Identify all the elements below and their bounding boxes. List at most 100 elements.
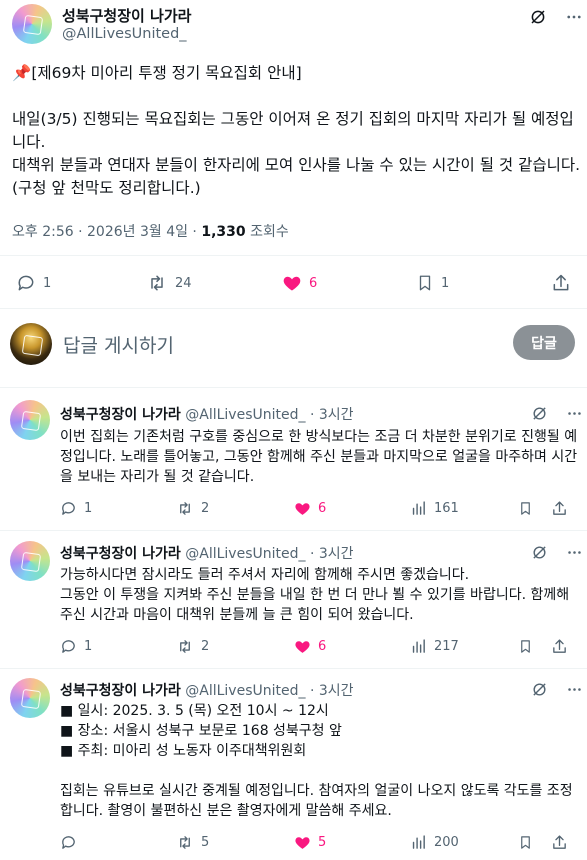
heart-filled-icon bbox=[295, 837, 310, 849]
share-button[interactable] bbox=[551, 273, 571, 293]
views-button[interactable]: 161 bbox=[410, 500, 459, 517]
views-count: 161 bbox=[434, 501, 459, 516]
reply-submit-button[interactable]: 답글 bbox=[513, 325, 575, 360]
repost-icon bbox=[151, 275, 163, 291]
reply-avatar[interactable] bbox=[10, 541, 50, 581]
repost-button[interactable]: 24 bbox=[146, 273, 192, 293]
reply-top-actions bbox=[531, 405, 583, 426]
reply-author-handle[interactable]: @AllLivesUnited_ bbox=[185, 546, 305, 562]
reply-time[interactable]: · 3시간 bbox=[306, 546, 354, 562]
repost-button[interactable]: 2 bbox=[176, 500, 209, 517]
reply-text: ■ 일시: 2025. 3. 5 (목) 오전 10시 ~ 12시 ■ 장소: … bbox=[60, 703, 573, 819]
reply-icon bbox=[18, 275, 34, 291]
more-options-icon[interactable] bbox=[566, 544, 583, 565]
share-icon bbox=[553, 835, 566, 849]
reply-icon bbox=[62, 640, 75, 653]
share-button[interactable] bbox=[551, 638, 568, 655]
post-title-line: 📌[제69차 미아리 투쟁 정기 목요집회 안내] bbox=[12, 62, 582, 85]
post-top-actions bbox=[529, 8, 583, 30]
views-count: 217 bbox=[434, 639, 459, 654]
bookmark-count: 1 bbox=[441, 275, 450, 291]
post-paragraph-2: 대책위 분들과 연대자 분들이 한자리에 모여 인사를 나눌 수 있는 시간이 … bbox=[12, 156, 581, 197]
post-meta: 오후 2:56 · 2026년 3월 4일 · 1,330 조회수 bbox=[12, 221, 289, 241]
divider bbox=[0, 530, 587, 531]
heart-filled-icon bbox=[295, 503, 310, 515]
post-time[interactable]: 오후 2:56 · 2026년 3월 4일 · bbox=[12, 224, 201, 240]
reply-time[interactable]: · 3시간 bbox=[306, 407, 354, 423]
views-bar-icon bbox=[412, 639, 425, 653]
grok-icon[interactable] bbox=[531, 405, 548, 426]
repost-icon bbox=[180, 640, 190, 653]
reply-author-name[interactable]: 성북구청장이 나가라 bbox=[60, 407, 181, 423]
share-icon bbox=[553, 639, 566, 653]
repost-icon bbox=[180, 836, 190, 849]
post-title: [제69차 미아리 투쟁 정기 목요집회 안내] bbox=[31, 64, 302, 82]
views-bar-icon bbox=[412, 501, 425, 515]
repost-button[interactable]: 2 bbox=[176, 638, 209, 655]
views-label: 조회수 bbox=[245, 224, 289, 240]
grok-icon[interactable] bbox=[531, 544, 548, 565]
divider bbox=[0, 255, 587, 256]
reply-count: 1 bbox=[84, 639, 93, 654]
author-handle[interactable]: @AllLivesUnited_ bbox=[62, 26, 187, 42]
reply-icon bbox=[62, 502, 75, 515]
reply-author-handle[interactable]: @AllLivesUnited_ bbox=[185, 683, 305, 699]
divider bbox=[0, 387, 587, 388]
reply-button[interactable] bbox=[60, 834, 84, 851]
share-icon bbox=[553, 501, 566, 515]
reply-time[interactable]: · 3시간 bbox=[306, 683, 354, 699]
more-options-icon[interactable] bbox=[565, 8, 583, 30]
views-bar-icon bbox=[412, 835, 425, 849]
bookmark-button[interactable] bbox=[518, 834, 533, 851]
reply-avatar[interactable] bbox=[10, 678, 50, 718]
reply-button[interactable]: 1 bbox=[60, 500, 92, 517]
more-options-icon[interactable] bbox=[566, 681, 583, 702]
repost-count: 5 bbox=[201, 835, 210, 850]
author-name[interactable]: 성북구청장이 나가라 bbox=[62, 5, 191, 26]
reply-button[interactable]: 1 bbox=[60, 638, 92, 655]
grok-icon[interactable] bbox=[529, 8, 547, 30]
like-button[interactable]: 6 bbox=[294, 500, 326, 517]
bookmark-button[interactable] bbox=[518, 638, 533, 655]
views-button[interactable]: 217 bbox=[410, 638, 459, 655]
like-count: 6 bbox=[309, 275, 318, 291]
heart-filled-icon bbox=[295, 641, 310, 653]
reply-author-name[interactable]: 성북구청장이 나가라 bbox=[60, 683, 181, 699]
reply-top-actions bbox=[531, 544, 583, 565]
heart-filled-icon bbox=[283, 276, 301, 291]
share-button[interactable] bbox=[551, 500, 568, 517]
grok-icon[interactable] bbox=[531, 681, 548, 702]
like-count: 6 bbox=[318, 639, 327, 654]
reply-count: 1 bbox=[84, 501, 93, 516]
divider bbox=[0, 308, 587, 309]
author-avatar[interactable] bbox=[12, 4, 52, 44]
user-avatar[interactable] bbox=[10, 323, 52, 365]
reply-compose-input[interactable]: 답글 게시하기 bbox=[63, 331, 174, 358]
bookmark-button[interactable] bbox=[518, 500, 533, 517]
reply-header: 성북구청장이 나가라 @AllLivesUnited_ · 3시간 bbox=[60, 543, 354, 563]
like-count: 6 bbox=[318, 501, 327, 516]
reply-author-handle[interactable]: @AllLivesUnited_ bbox=[185, 407, 305, 423]
views-count: 200 bbox=[434, 835, 459, 850]
repost-count: 24 bbox=[175, 275, 192, 291]
like-button[interactable]: 6 bbox=[282, 273, 317, 293]
reply-text: 가능하시다면 잠시라도 들러 주셔서 자리에 함께해 주시면 좋겠습니다. 그동… bbox=[60, 567, 570, 623]
reply-author-name[interactable]: 성북구청장이 나가라 bbox=[60, 546, 181, 562]
bookmark-icon bbox=[521, 640, 530, 653]
reply-header: 성북구청장이 나가라 @AllLivesUnited_ · 3시간 bbox=[60, 680, 354, 700]
divider bbox=[0, 668, 587, 669]
share-icon bbox=[553, 274, 569, 291]
bookmark-icon bbox=[419, 275, 431, 291]
reply-button[interactable]: 1 bbox=[16, 273, 51, 293]
repost-count: 2 bbox=[201, 639, 210, 654]
views-button[interactable]: 200 bbox=[410, 834, 459, 851]
repost-button[interactable]: 5 bbox=[176, 834, 209, 851]
share-button[interactable] bbox=[551, 834, 568, 851]
like-button[interactable]: 6 bbox=[294, 638, 326, 655]
like-button[interactable]: 5 bbox=[294, 834, 326, 851]
more-options-icon[interactable] bbox=[566, 405, 583, 426]
bookmark-button[interactable]: 1 bbox=[416, 273, 449, 293]
reply-avatar[interactable] bbox=[10, 400, 50, 440]
repost-icon bbox=[180, 502, 190, 515]
reply-top-actions bbox=[531, 681, 583, 702]
